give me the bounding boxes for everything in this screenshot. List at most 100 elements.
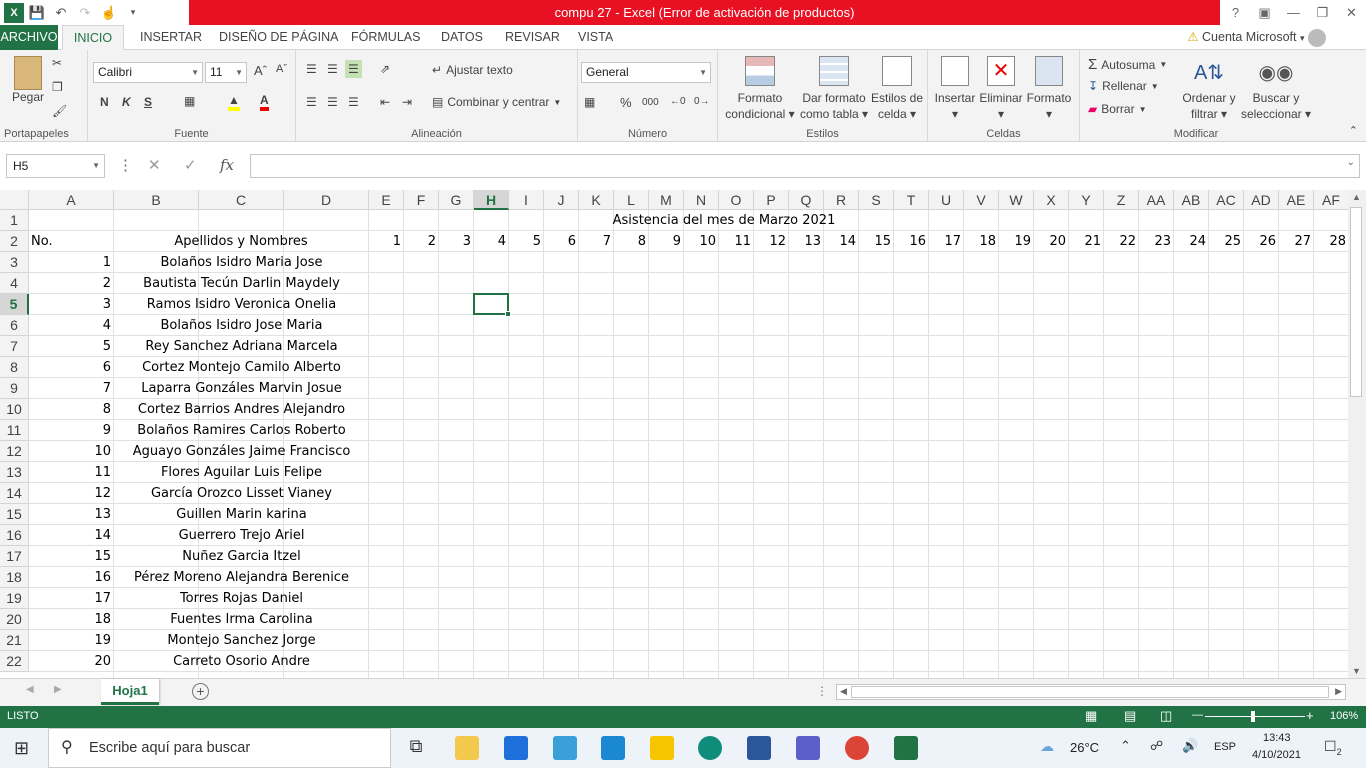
row-header-8[interactable]: 8 [0, 357, 29, 378]
font-size-select[interactable]: 11 ▼ [205, 62, 247, 83]
row-header-10[interactable]: 10 [0, 399, 29, 420]
student-name-cell[interactable]: Flores Aguilar Luis Felipe [114, 462, 369, 483]
align-center-icon[interactable]: ☰ [327, 95, 338, 109]
clock-time[interactable]: 13:43 [1263, 732, 1291, 744]
day-cell-18[interactable]: 18 [964, 231, 996, 252]
day-cell-11[interactable]: 11 [719, 231, 751, 252]
selected-cell-h5[interactable] [473, 293, 509, 315]
column-header-t[interactable]: T [894, 190, 929, 210]
student-number-cell[interactable]: 7 [29, 378, 111, 399]
day-cell-12[interactable]: 12 [754, 231, 786, 252]
student-name-cell[interactable]: Guillen Marin karina [114, 504, 369, 525]
day-cell-25[interactable]: 25 [1209, 231, 1241, 252]
column-header-a[interactable]: A [29, 190, 114, 210]
chrome-icon[interactable] [845, 736, 869, 760]
shrink-font-icon[interactable]: Aˇ [276, 63, 287, 75]
day-cell-15[interactable]: 15 [859, 231, 891, 252]
horizontal-scroll-thumb[interactable] [851, 686, 1329, 698]
student-number-cell[interactable]: 4 [29, 315, 111, 336]
row-header-14[interactable]: 14 [0, 483, 29, 504]
day-cell-9[interactable]: 9 [649, 231, 681, 252]
horizontal-scrollbar[interactable]: ◀ ▶ [836, 684, 1346, 700]
day-cell-5[interactable]: 5 [509, 231, 541, 252]
student-name-cell[interactable]: Bolaños Isidro Jose Maria [114, 315, 369, 336]
student-number-cell[interactable]: 9 [29, 420, 111, 441]
day-cell-7[interactable]: 7 [579, 231, 611, 252]
accounting-format-icon[interactable]: ▦ [584, 95, 595, 109]
student-name-cell[interactable]: García Orozco Lisset Vianey [114, 483, 369, 504]
enter-icon[interactable]: ✓ [184, 156, 197, 174]
page-break-icon[interactable]: ◫ [1160, 708, 1172, 724]
tab-datos[interactable]: DATOS [441, 25, 483, 50]
format-cells-button[interactable]: Formato ▾ [1024, 56, 1074, 122]
font-name-select[interactable]: Calibri ▼ [93, 62, 203, 83]
scroll-up-icon[interactable]: ▲ [1352, 192, 1361, 202]
prev-sheet-icon[interactable]: ◀ [26, 684, 34, 695]
windows-start-icon[interactable]: ⊞ [14, 738, 29, 759]
tab-vista[interactable]: VISTA [578, 25, 613, 50]
formula-input[interactable]: ⌄ [250, 154, 1360, 178]
tab-splitter-icon[interactable]: ⋮ [816, 684, 828, 698]
student-name-cell[interactable]: Fuentes Irma Carolina [114, 609, 369, 630]
clear-button[interactable]: ▰ Borrar ▼ [1088, 102, 1147, 116]
sort-filter-button[interactable]: A⇅ Ordenar y filtrar ▾ [1178, 56, 1240, 122]
borders-icon[interactable]: ▦ [184, 94, 195, 108]
touch-mode-icon[interactable]: ☝ [98, 2, 120, 24]
game-app-icon[interactable] [650, 736, 674, 760]
student-number-cell[interactable]: 5 [29, 336, 111, 357]
column-header-ac[interactable]: AC [1209, 190, 1244, 210]
sheet-title-cell[interactable]: Asistencia del mes de Marzo 2021 [404, 210, 1044, 231]
clock-date[interactable]: 4/10/2021 [1252, 749, 1301, 761]
increase-indent-icon[interactable]: ⇥ [402, 95, 412, 109]
header-names-cell[interactable]: Apellidos y Nombres [114, 231, 368, 252]
day-cell-28[interactable]: 28 [1314, 231, 1346, 252]
student-number-cell[interactable]: 11 [29, 462, 111, 483]
tab-diseno-pagina[interactable]: DISEÑO DE PÁGINA [219, 25, 338, 50]
next-sheet-icon[interactable]: ▶ [54, 684, 62, 695]
percent-button[interactable]: % [620, 95, 632, 110]
student-number-cell[interactable]: 20 [29, 651, 111, 672]
cancel-icon[interactable]: ✕ [148, 156, 161, 174]
italic-button[interactable]: K [122, 95, 131, 109]
row-header-4[interactable]: 4 [0, 273, 29, 294]
store-icon[interactable] [601, 736, 625, 760]
volume-icon[interactable]: 🔊 [1182, 738, 1198, 754]
day-cell-2[interactable]: 2 [404, 231, 436, 252]
day-cell-6[interactable]: 6 [544, 231, 576, 252]
taskbar-search[interactable]: ⚲ Escribe aquí para buscar [48, 728, 391, 768]
row-header-18[interactable]: 18 [0, 567, 29, 588]
day-cell-23[interactable]: 23 [1139, 231, 1171, 252]
wrap-text-button[interactable]: ↵ Ajustar texto [432, 63, 513, 77]
row-header-20[interactable]: 20 [0, 609, 29, 630]
day-cell-17[interactable]: 17 [929, 231, 961, 252]
scroll-right-icon[interactable]: ▶ [1335, 686, 1342, 697]
row-header-1[interactable]: 1 [0, 210, 29, 231]
fill-color-icon[interactable]: ▲ [228, 93, 240, 111]
tab-formulas[interactable]: FÓRMULAS [351, 25, 420, 50]
find-select-button[interactable]: ◉◉ Buscar y seleccionar ▾ [1240, 56, 1312, 122]
sheet-tab-hoja1[interactable]: Hoja1 [101, 679, 159, 705]
restore-icon[interactable]: ❐ [1308, 0, 1337, 25]
row-header-17[interactable]: 17 [0, 546, 29, 567]
column-header-c[interactable]: C [199, 190, 284, 210]
grow-font-icon[interactable]: Aˆ [254, 63, 267, 78]
excel-taskbar-icon[interactable] [894, 736, 918, 760]
student-name-cell[interactable]: Guerrero Trejo Ariel [114, 525, 369, 546]
merge-center-button[interactable]: ▤ Combinar y centrar ▼ [432, 95, 561, 109]
header-no-cell[interactable]: No. [31, 231, 111, 252]
column-header-h[interactable]: H [474, 190, 509, 210]
customize-qat-icon[interactable]: ▾ [122, 2, 144, 24]
student-number-cell[interactable]: 1 [29, 252, 111, 273]
row-header-19[interactable]: 19 [0, 588, 29, 609]
student-name-cell[interactable]: Bolaños Ramires Carlos Roberto [114, 420, 369, 441]
student-name-cell[interactable]: Laparra Gonzáles Marvin Josue [114, 378, 369, 399]
tab-archivo[interactable]: ARCHIVO [0, 25, 58, 50]
day-cell-10[interactable]: 10 [684, 231, 716, 252]
row-header-3[interactable]: 3 [0, 252, 29, 273]
student-name-cell[interactable]: Aguayo Gonzáles Jaime Francisco [114, 441, 369, 462]
column-header-e[interactable]: E [369, 190, 404, 210]
language-indicator[interactable]: ESP [1214, 741, 1236, 753]
normal-view-icon[interactable]: ▦ [1085, 708, 1097, 724]
student-number-cell[interactable]: 18 [29, 609, 111, 630]
column-header-v[interactable]: V [964, 190, 999, 210]
